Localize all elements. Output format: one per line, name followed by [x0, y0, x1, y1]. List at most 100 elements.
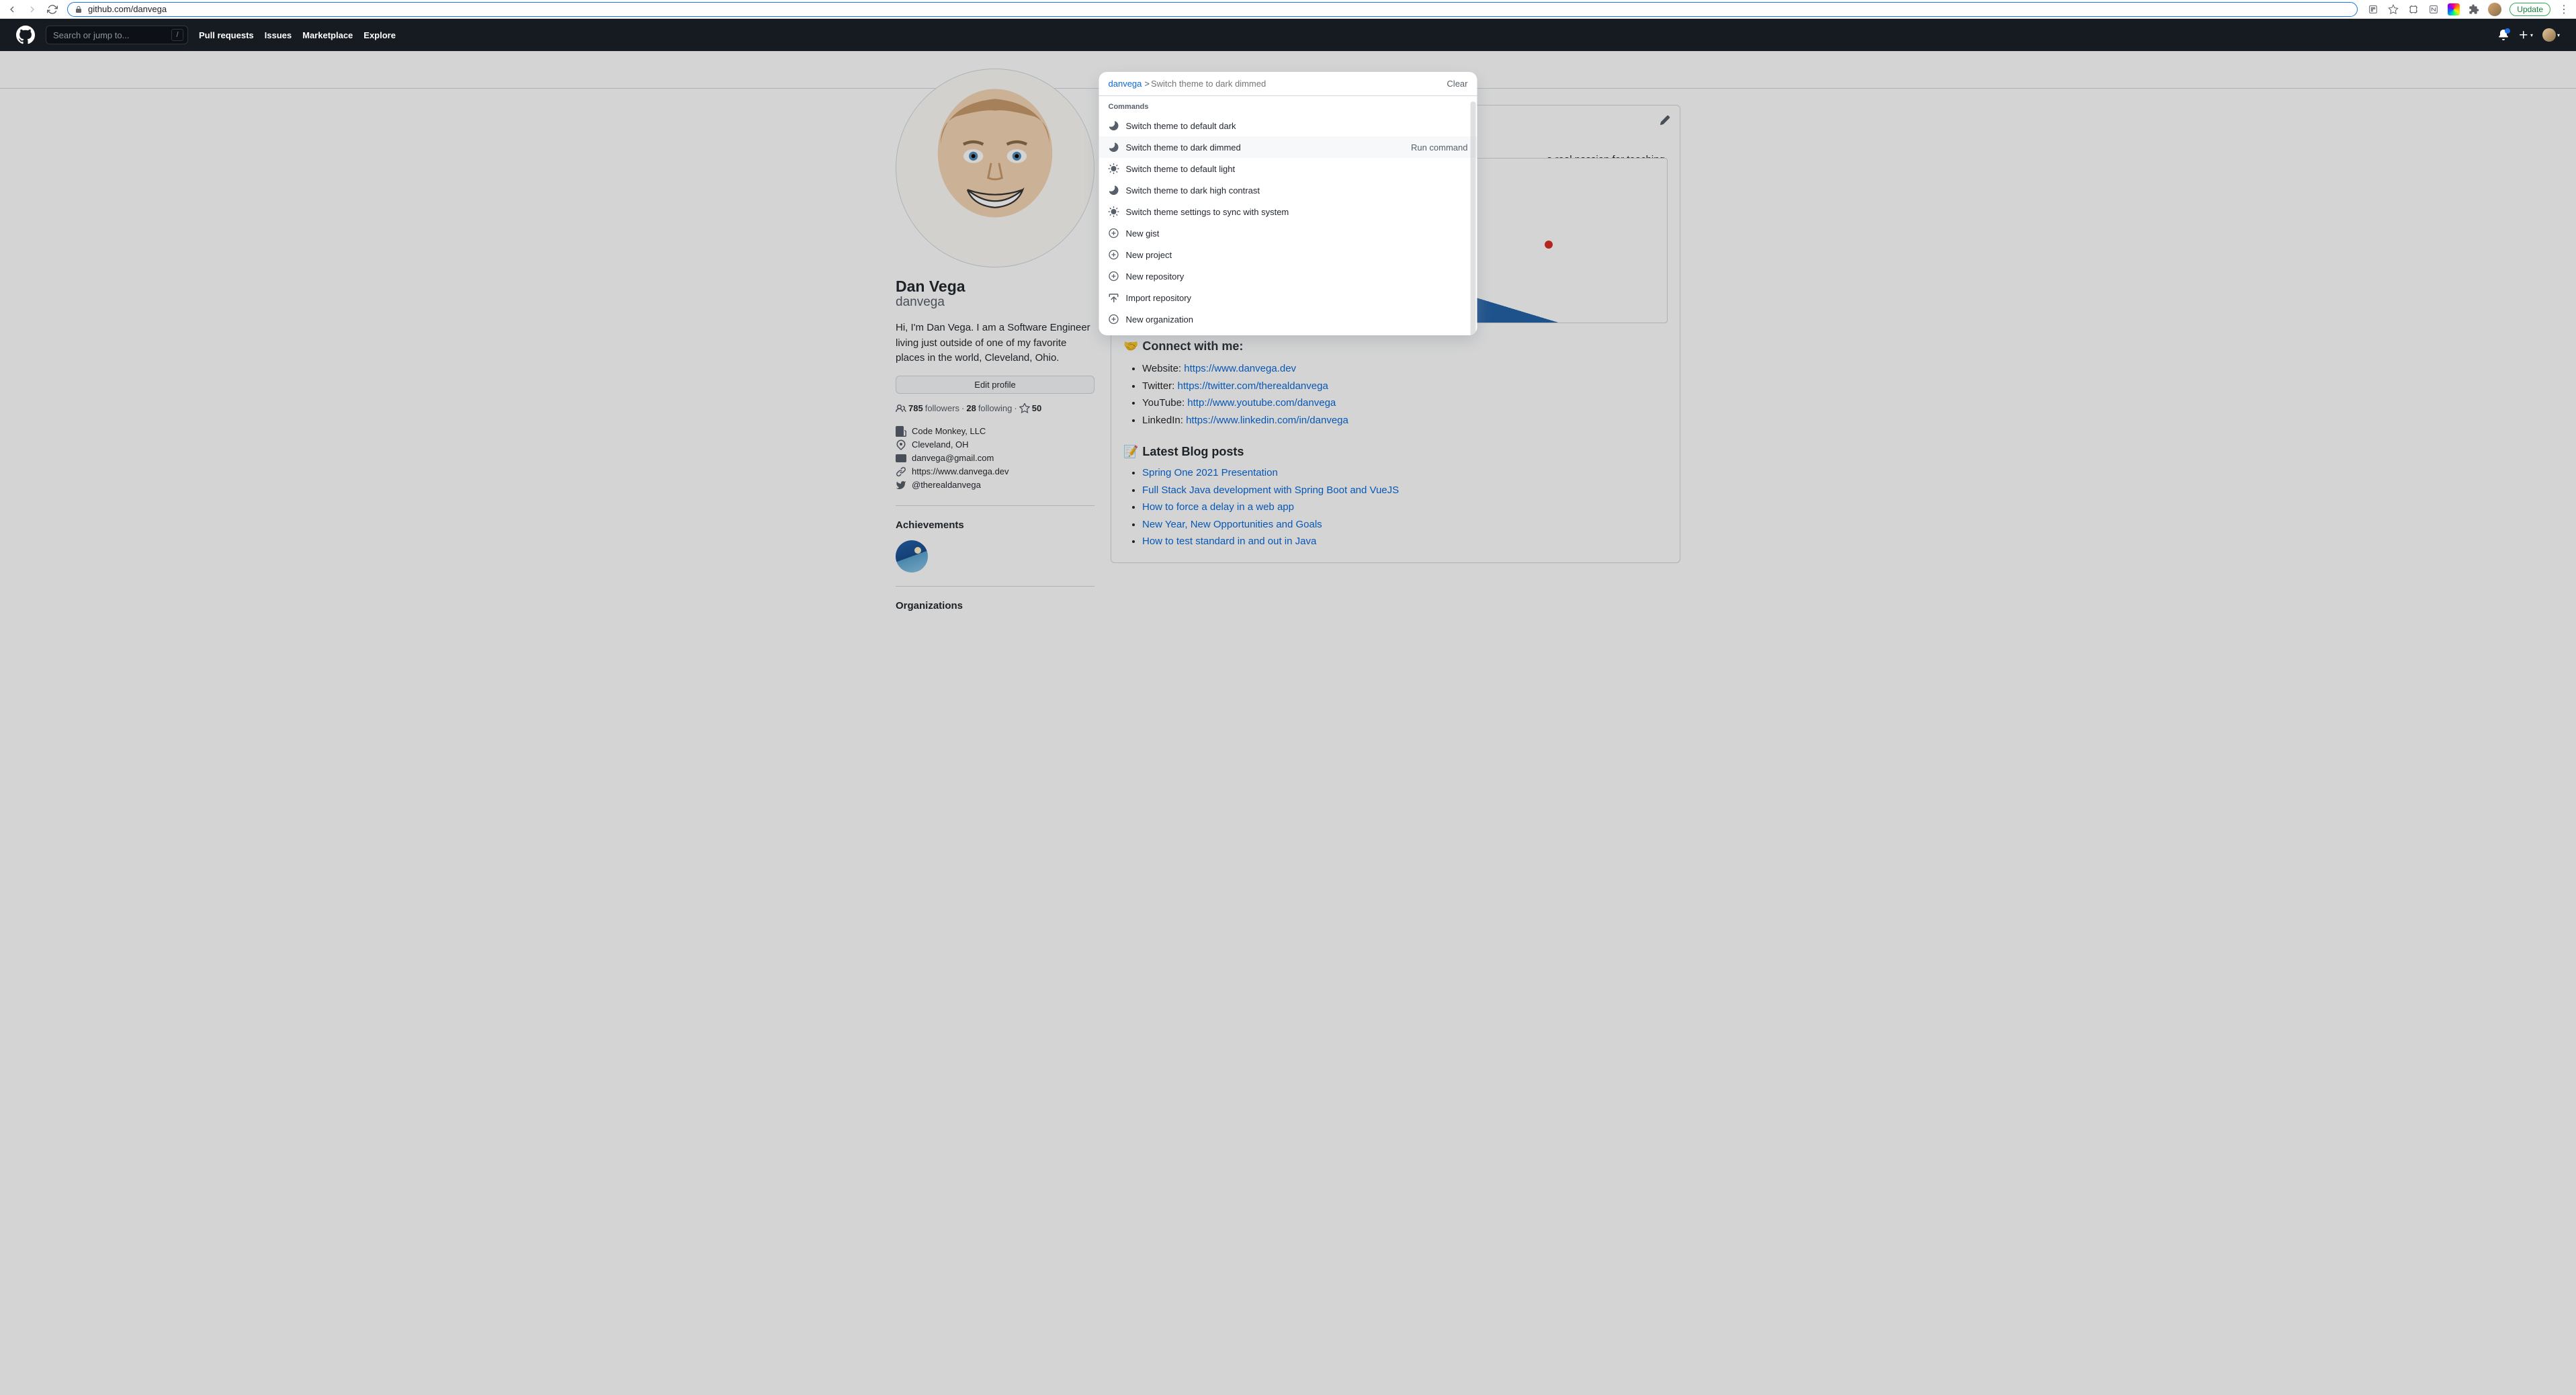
palette-item[interactable]: New repository — [1099, 265, 1477, 287]
blog-link[interactable]: Spring One 2021 Presentation — [1142, 467, 1278, 478]
user-avatar-icon — [2542, 28, 2556, 42]
blog-link[interactable]: New Year, New Opportunities and Goals — [1142, 519, 1322, 530]
list-item: Website: https://www.danvega.dev — [1142, 360, 1668, 378]
profile-avatar[interactable] — [896, 69, 1094, 267]
nav-issues[interactable]: Issues — [265, 30, 292, 40]
palette-item[interactable]: New project — [1099, 244, 1477, 265]
github-header: Search or jump to... / Pull requests Iss… — [0, 19, 2576, 51]
following-label: following — [978, 403, 1013, 413]
github-search[interactable]: Search or jump to... / — [46, 26, 188, 44]
plus-icon — [1109, 314, 1119, 325]
palette-list: Switch theme to default dark Switch theme… — [1099, 115, 1477, 335]
extension-notion-icon[interactable] — [2428, 3, 2440, 15]
moon-icon — [1109, 120, 1119, 131]
palette-item-label: Switch theme to dark high contrast — [1126, 185, 1260, 196]
followers-count[interactable]: 785 — [908, 403, 923, 413]
extension-frame-icon[interactable] — [2407, 3, 2419, 15]
connect-list: Website: https://www.danvega.dev Twitter… — [1123, 360, 1668, 429]
moon-icon — [1109, 142, 1119, 153]
plus-icon — [1109, 271, 1119, 282]
plus-icon — [1109, 228, 1119, 239]
following-count[interactable]: 28 — [966, 403, 976, 413]
update-button[interactable]: Update — [2509, 3, 2550, 16]
location-icon — [896, 439, 906, 450]
palette-clear-button[interactable]: Clear — [1447, 79, 1467, 89]
edit-readme-icon[interactable] — [1660, 115, 1670, 126]
link-icon — [896, 466, 906, 477]
connect-link[interactable]: https://www.danvega.dev — [1184, 363, 1296, 374]
palette-item[interactable]: Switch theme to dark high contrast — [1099, 179, 1477, 201]
people-icon — [896, 403, 906, 414]
github-logo-icon[interactable] — [16, 26, 35, 44]
list-item: YouTube: http://www.youtube.com/danvega — [1142, 394, 1668, 412]
browser-actions: Update ⋮ — [2367, 3, 2569, 16]
upload-icon — [1109, 292, 1119, 303]
org-icon — [896, 426, 906, 437]
chevron-right-icon: > — [1144, 79, 1150, 89]
reload-button[interactable] — [47, 4, 58, 15]
back-button[interactable] — [7, 4, 17, 15]
twitter-text[interactable]: @therealdanvega — [912, 480, 981, 490]
palette-item[interactable]: Switch theme to dark dimmedRun command — [1099, 136, 1477, 158]
achievement-badge-icon[interactable] — [896, 540, 928, 573]
profile-login: danvega — [896, 295, 1094, 310]
extension-color-icon[interactable] — [2448, 3, 2460, 15]
nav-marketplace[interactable]: Marketplace — [302, 30, 353, 40]
list-item: How to test standard in and out in Java — [1142, 533, 1668, 550]
followers-label: followers — [925, 403, 959, 413]
create-menu[interactable]: ▾ — [2518, 30, 2533, 40]
profile-name: Dan Vega — [896, 278, 1094, 295]
list-item: New Year, New Opportunities and Goals — [1142, 516, 1668, 534]
palette-section-label: Commands — [1099, 96, 1477, 115]
stars-count[interactable]: 50 — [1032, 403, 1041, 413]
plus-icon — [1109, 249, 1119, 260]
nav-explore[interactable]: Explore — [363, 30, 396, 40]
sun-icon — [1109, 163, 1119, 174]
profile-sidebar: Dan Vega danvega Hi, I'm Dan Vega. I am … — [896, 69, 1094, 611]
github-nav: Pull requests Issues Marketplace Explore — [199, 30, 396, 40]
connect-link[interactable]: https://twitter.com/therealdanvega — [1178, 380, 1328, 392]
edit-profile-button[interactable]: Edit profile — [896, 376, 1094, 394]
menu-icon[interactable]: ⋮ — [2559, 3, 2569, 16]
palette-item[interactable]: Switch theme settings to sync with syste… — [1099, 201, 1477, 222]
star-icon[interactable] — [2387, 3, 2399, 15]
list-item: How to force a delay in a web app — [1142, 499, 1668, 516]
organizations-title: Organizations — [896, 586, 1094, 611]
nav-pull-requests[interactable]: Pull requests — [199, 30, 254, 40]
palette-item[interactable]: Switch theme to default light — [1099, 158, 1477, 179]
palette-item-label: New project — [1126, 250, 1172, 260]
blog-link[interactable]: Full Stack Java development with Spring … — [1142, 484, 1399, 496]
notifications-icon[interactable] — [2498, 30, 2509, 40]
twitter-icon — [896, 480, 906, 491]
palette-scope[interactable]: danvega — [1109, 79, 1142, 89]
connect-link[interactable]: http://www.youtube.com/danvega — [1187, 397, 1336, 409]
extensions-icon[interactable] — [2468, 3, 2480, 15]
blog-link[interactable]: How to test standard in and out in Java — [1142, 536, 1316, 547]
blog-list: Spring One 2021 Presentation Full Stack … — [1123, 464, 1668, 550]
command-palette: danvega > Clear Commands Switch theme to… — [1099, 72, 1477, 335]
location-text: Cleveland, OH — [912, 439, 969, 450]
list-item: Spring One 2021 Presentation — [1142, 464, 1668, 482]
palette-item[interactable]: Switch theme to default dark — [1099, 115, 1477, 136]
install-icon[interactable] — [2367, 3, 2379, 15]
palette-item[interactable]: New organization — [1099, 308, 1477, 330]
user-menu[interactable]: ▾ — [2542, 28, 2560, 42]
email-icon — [896, 453, 906, 464]
email-text[interactable]: danvega@gmail.com — [912, 453, 994, 463]
blog-title: 📝Latest Blog posts — [1123, 445, 1668, 459]
connect-title: 🤝Connect with me: — [1123, 339, 1668, 353]
website-text[interactable]: https://www.danvega.dev — [912, 466, 1009, 476]
profile-avatar-icon[interactable] — [2488, 3, 2501, 16]
palette-item[interactable]: New gist — [1099, 222, 1477, 244]
address-bar[interactable]: github.com/danvega — [67, 2, 2358, 17]
palette-input[interactable] — [1151, 79, 1441, 89]
list-item: LinkedIn: https://www.linkedin.com/in/da… — [1142, 412, 1668, 429]
forward-button[interactable] — [27, 4, 38, 15]
palette-item[interactable]: Import repository — [1099, 287, 1477, 308]
palette-item-label: Switch theme to default dark — [1126, 121, 1236, 131]
blog-link[interactable]: How to force a delay in a web app — [1142, 501, 1294, 513]
palette-item-label: New repository — [1126, 271, 1185, 282]
sun-icon — [1109, 206, 1119, 217]
connect-link[interactable]: https://www.linkedin.com/in/danvega — [1186, 415, 1348, 426]
scrollbar[interactable] — [1471, 101, 1476, 335]
